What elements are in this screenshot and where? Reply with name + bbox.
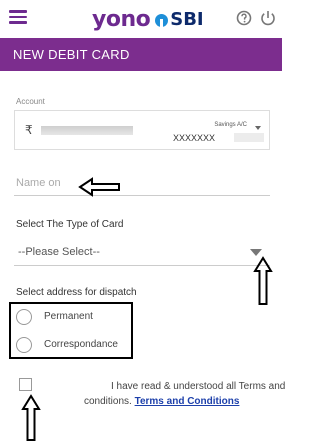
dispatch-label: Select address for dispatch bbox=[16, 287, 137, 298]
chevron-down-icon bbox=[255, 126, 261, 130]
title-bar: NEW DEBIT CARD bbox=[0, 38, 282, 71]
annotation-arrow-up-icon bbox=[253, 256, 273, 305]
top-bar: yono SBI bbox=[0, 0, 282, 38]
terms-checkbox[interactable] bbox=[19, 378, 32, 391]
account-type: Savings A/C bbox=[214, 122, 247, 128]
name-on-card-placeholder: Name on bbox=[16, 177, 61, 189]
name-on-card-input[interactable]: Name on bbox=[14, 172, 270, 196]
power-icon[interactable] bbox=[259, 9, 277, 27]
app-logo: yono SBI bbox=[92, 6, 204, 32]
account-number: XXXXXXX bbox=[173, 133, 216, 143]
annotation-arrow-left-icon bbox=[78, 177, 120, 197]
rupee-icon: ₹ bbox=[25, 123, 33, 137]
terms-text-prefix: conditions. bbox=[84, 396, 132, 407]
menu-icon[interactable] bbox=[9, 10, 27, 24]
account-number-masked bbox=[234, 133, 264, 142]
card-type-selected: --Please Select-- bbox=[18, 246, 100, 258]
terms-text-line1: I have read & understood all Terms and bbox=[111, 381, 286, 392]
annotation-arrow-up-checkbox-icon bbox=[21, 394, 41, 441]
sbi-logo-icon bbox=[155, 13, 169, 27]
account-label: Account bbox=[16, 97, 45, 106]
logo-sbi-text: SBI bbox=[170, 8, 204, 30]
card-type-label: Select The Type of Card bbox=[16, 219, 124, 230]
account-balance-masked bbox=[41, 126, 133, 135]
terms-text-line2: conditions. Terms and Conditions bbox=[84, 396, 239, 407]
page-title: NEW DEBIT CARD bbox=[13, 47, 130, 62]
logo-yono-text: yono bbox=[92, 6, 151, 32]
card-type-select[interactable]: --Please Select-- bbox=[14, 240, 270, 266]
help-icon[interactable] bbox=[235, 9, 253, 27]
dropdown-caret-icon[interactable] bbox=[250, 249, 262, 256]
annotation-highlight-box bbox=[9, 302, 133, 359]
terms-link[interactable]: Terms and Conditions bbox=[135, 396, 240, 407]
account-select[interactable]: ₹ Savings A/C XXXXXXX bbox=[14, 110, 270, 150]
